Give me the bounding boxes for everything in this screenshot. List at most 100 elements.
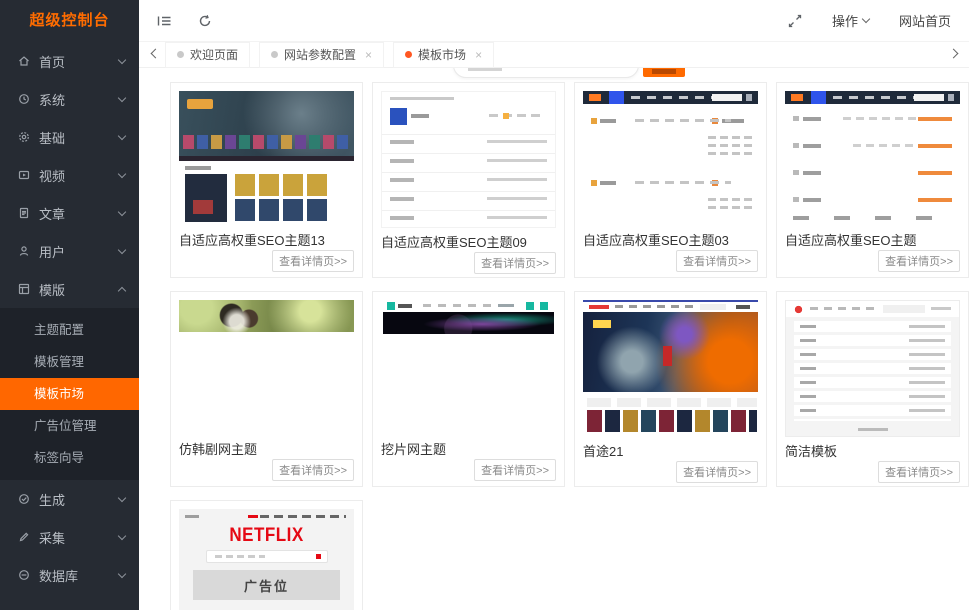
collapse-sidebar-icon[interactable] bbox=[157, 14, 172, 28]
chevron-down-icon bbox=[118, 531, 126, 539]
template-grid: 自适应高权重SEO主题13 查看详情页>> 自适应高权重SEO主题09 查看详情… bbox=[139, 68, 969, 610]
tab-bar: 欢迎页面 网站参数配置 × 模板市场 × bbox=[139, 42, 969, 68]
sidebar-item-article[interactable]: 文章 bbox=[0, 194, 139, 232]
tab-status-dot bbox=[271, 51, 278, 58]
sidebar-item-generate[interactable]: 生成 bbox=[0, 480, 139, 518]
view-detail-button[interactable]: 查看详情页>> bbox=[474, 252, 556, 274]
template-market-content: 自适应高权重SEO主题13 查看详情页>> 自适应高权重SEO主题09 查看详情… bbox=[139, 68, 969, 610]
site-home-link[interactable]: 网站首页 bbox=[899, 11, 951, 30]
template-thumbnail bbox=[381, 300, 556, 435]
search-button[interactable] bbox=[643, 68, 685, 77]
chevron-down-icon bbox=[862, 15, 870, 23]
template-title: 仿韩剧网主题 bbox=[179, 442, 354, 459]
chevron-up-icon bbox=[118, 286, 126, 294]
template-card: 自适应高权重SEO主题13 查看详情页>> bbox=[170, 82, 363, 278]
tabs-scroll-left-icon[interactable] bbox=[145, 53, 165, 57]
sidebar-item-system[interactable]: 系统 bbox=[0, 80, 139, 118]
tab-welcome[interactable]: 欢迎页面 bbox=[165, 42, 250, 68]
tab-status-dot bbox=[405, 51, 412, 58]
tabs-scroll-right-icon[interactable] bbox=[943, 53, 963, 57]
pencil-icon bbox=[18, 531, 30, 543]
chevron-down-icon bbox=[118, 93, 126, 101]
chevron-down-icon bbox=[118, 245, 126, 253]
template-thumbnail bbox=[381, 91, 556, 228]
close-icon[interactable]: × bbox=[365, 48, 372, 62]
template-title: 挖片网主题 bbox=[381, 442, 556, 459]
thumb-site-header bbox=[583, 91, 758, 104]
sidebar-subitem-tag-wizard[interactable]: 标签向导 bbox=[0, 442, 139, 474]
sidebar-item-home[interactable]: 首页 bbox=[0, 42, 139, 80]
document-icon bbox=[18, 207, 30, 219]
template-thumbnail bbox=[179, 300, 354, 435]
view-detail-button[interactable]: 查看详情页>> bbox=[272, 459, 354, 481]
tab-label: 网站参数配置 bbox=[284, 46, 356, 63]
template-title: 简洁模板 bbox=[785, 444, 960, 461]
tab-site-params[interactable]: 网站参数配置 × bbox=[259, 42, 384, 68]
template-card: 自适应高权重SEO主题09 查看详情页>> bbox=[372, 82, 565, 278]
system-icon bbox=[18, 93, 30, 105]
sidebar-item-label: 视频 bbox=[39, 166, 119, 185]
operations-dropdown[interactable]: 操作 bbox=[832, 11, 869, 30]
thumb-dark-banner bbox=[383, 312, 554, 334]
template-card: 挖片网主题 查看详情页>> bbox=[372, 291, 565, 487]
sidebar-item-user[interactable]: 用户 bbox=[0, 232, 139, 270]
sidebar-item-label: 系统 bbox=[39, 90, 119, 109]
sidebar-item-label: 用户 bbox=[39, 242, 119, 261]
thumb-site-body bbox=[785, 104, 960, 226]
tab-template-market[interactable]: 模板市场 × bbox=[393, 42, 494, 68]
sidebar-item-basic[interactable]: 基础 bbox=[0, 118, 139, 156]
template-thumbnail bbox=[583, 91, 758, 226]
template-title: 自适应高权重SEO主题 bbox=[785, 233, 960, 250]
sidebar-item-label: 采集 bbox=[39, 528, 119, 547]
template-card: 仿韩剧网主题 查看详情页>> bbox=[170, 291, 363, 487]
close-icon[interactable]: × bbox=[475, 48, 482, 62]
thumb-filter-row bbox=[583, 396, 758, 408]
view-detail-button[interactable]: 查看详情页>> bbox=[272, 250, 354, 272]
view-detail-button[interactable]: 查看详情页>> bbox=[474, 459, 556, 481]
sidebar-item-video[interactable]: 视频 bbox=[0, 156, 139, 194]
netflix-logo: NETFLIX bbox=[179, 524, 354, 547]
view-detail-button[interactable]: 查看详情页>> bbox=[878, 250, 960, 272]
template-thumbnail: NETFLIX 广告位 bbox=[179, 509, 354, 610]
template-thumbnail bbox=[785, 300, 960, 437]
sidebar-subitem-template-market[interactable]: 模板市场 bbox=[0, 378, 139, 410]
thumb-poster-row bbox=[179, 166, 354, 222]
thumb-site-header bbox=[785, 91, 960, 104]
operations-label: 操作 bbox=[832, 11, 858, 30]
template-title: 自适应高权重SEO主题13 bbox=[179, 233, 354, 250]
chevron-down-icon bbox=[118, 169, 126, 177]
generate-icon bbox=[18, 493, 30, 505]
template-title: 首途21 bbox=[583, 444, 758, 461]
thumb-photo-banner bbox=[179, 300, 354, 332]
sidebar-item-template[interactable]: 模版 bbox=[0, 270, 139, 308]
template-card: 自适应高权重SEO主题03 查看详情页>> bbox=[574, 82, 767, 278]
chevron-down-icon bbox=[118, 207, 126, 215]
refresh-icon[interactable] bbox=[198, 14, 212, 28]
home-icon bbox=[18, 55, 30, 67]
template-card: 首途21 查看详情页>> bbox=[574, 291, 767, 487]
thumb-search-box bbox=[206, 550, 328, 563]
tab-status-dot bbox=[177, 51, 184, 58]
sidebar-item-label: 数据库 bbox=[39, 566, 119, 585]
sidebar-item-collect[interactable]: 采集 bbox=[0, 518, 139, 556]
thumb-site-header bbox=[583, 302, 758, 312]
sidebar-item-database[interactable]: 数据库 bbox=[0, 556, 139, 594]
sidebar-item-label: 文章 bbox=[39, 204, 119, 223]
thumb-hero-banner bbox=[179, 91, 354, 161]
site-home-label: 网站首页 bbox=[899, 11, 951, 30]
search-input[interactable] bbox=[453, 68, 639, 78]
sidebar-subitem-ad-manage[interactable]: 广告位管理 bbox=[0, 410, 139, 442]
ad-slot-label: 广告位 bbox=[244, 576, 289, 595]
view-detail-button[interactable]: 查看详情页>> bbox=[676, 250, 758, 272]
template-submenu: 主题配置 模板管理 模板市场 广告位管理 标签向导 bbox=[0, 308, 139, 480]
sidebar: 超级控制台 首页 系统 基础 视频 文章 用户 模版 主题配置 模板管理 模板市… bbox=[0, 0, 139, 610]
thumb-list-rows bbox=[794, 321, 951, 421]
view-detail-button[interactable]: 查看详情页>> bbox=[878, 461, 960, 483]
view-detail-button[interactable]: 查看详情页>> bbox=[676, 461, 758, 483]
sidebar-subitem-template-manage[interactable]: 模板管理 bbox=[0, 346, 139, 378]
sidebar-subitem-theme-config[interactable]: 主题配置 bbox=[0, 314, 139, 346]
sidebar-item-label: 模版 bbox=[39, 280, 119, 299]
gear-icon bbox=[18, 131, 30, 143]
template-thumbnail bbox=[785, 91, 960, 226]
fullscreen-icon[interactable] bbox=[788, 14, 802, 28]
